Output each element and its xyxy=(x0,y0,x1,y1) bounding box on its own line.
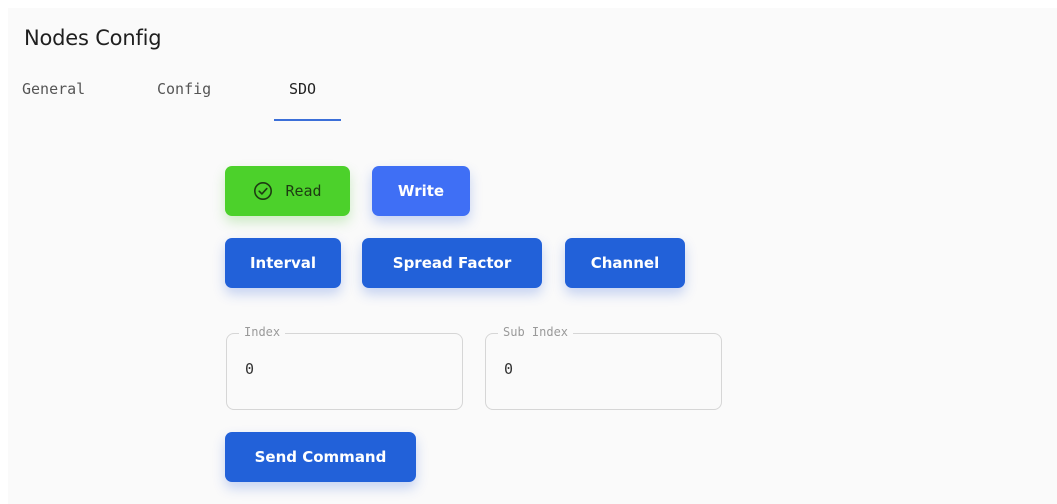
spread-factor-button-label: Spread Factor xyxy=(392,254,512,272)
index-input[interactable] xyxy=(245,360,435,378)
sub-index-input[interactable] xyxy=(504,360,694,378)
spread-factor-button[interactable]: Spread Factor xyxy=(362,238,542,288)
interval-button-label: Interval xyxy=(249,254,317,272)
write-button-label: Write xyxy=(397,182,445,200)
active-tab-indicator xyxy=(274,119,341,121)
interval-button[interactable]: Interval xyxy=(225,238,341,288)
page-title: Nodes Config xyxy=(24,26,162,50)
read-button-label: Read xyxy=(285,182,322,200)
write-button[interactable]: Write xyxy=(372,166,470,216)
channel-button-label: Channel xyxy=(590,254,660,272)
check-circle-icon xyxy=(253,181,273,201)
tab-sdo[interactable]: SDO xyxy=(289,80,316,98)
send-command-button-label: Send Command xyxy=(254,448,387,466)
index-field: Index xyxy=(226,325,463,410)
sub-index-field-label: Sub Index xyxy=(498,325,574,339)
send-command-button[interactable]: Send Command xyxy=(225,432,416,482)
tab-config[interactable]: Config xyxy=(157,80,211,98)
index-field-label: Index xyxy=(239,325,286,339)
channel-button[interactable]: Channel xyxy=(565,238,685,288)
tab-bar: General Config SDO xyxy=(0,72,400,122)
sub-index-field: Sub Index xyxy=(485,325,722,410)
tab-general[interactable]: General xyxy=(22,80,85,98)
read-button[interactable]: Read xyxy=(225,166,350,216)
